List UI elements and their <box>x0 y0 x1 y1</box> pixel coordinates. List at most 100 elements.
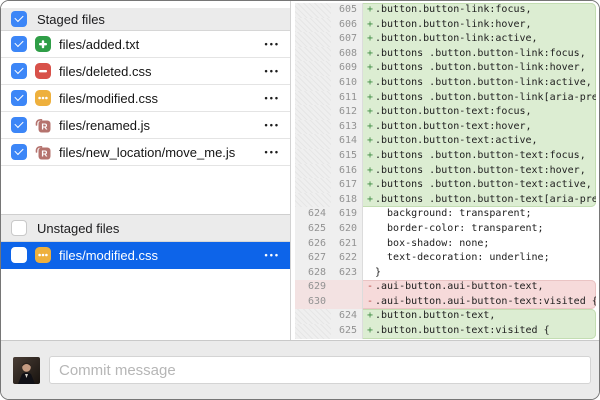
diff-prefix: + <box>363 61 375 76</box>
diff-prefix: + <box>363 47 375 62</box>
diff-text: .buttons .button.button-link:hover, <box>375 62 586 73</box>
new-line-number: 605 <box>331 3 362 18</box>
diff-line: 605 +.button.button-link:focus, <box>291 3 599 18</box>
file-checkbox[interactable] <box>11 144 27 160</box>
staged-section-header: Staged files <box>1 8 290 31</box>
old-line-number <box>295 91 331 106</box>
new-line-number: 618 <box>331 193 362 208</box>
diff-prefix: + <box>363 76 375 91</box>
diff-line: 628 623 } <box>291 266 599 281</box>
old-line-number: 628 <box>295 266 331 281</box>
old-line-number <box>295 61 331 76</box>
diff-text: .button.button-text:visited { <box>375 325 550 336</box>
file-row[interactable]: files/added.txt ••• <box>1 31 290 58</box>
diff-text: .button.button-text:active, <box>375 135 538 146</box>
new-line-number: 625 <box>331 324 362 339</box>
old-line-number <box>295 324 331 339</box>
old-line-number <box>295 3 331 18</box>
new-line-number: 614 <box>331 134 362 149</box>
diff-line: 609 +.buttons .button.button-link:hover, <box>291 61 599 76</box>
old-line-number <box>295 47 331 62</box>
file-menu-button[interactable]: ••• <box>265 66 280 76</box>
modified-icon <box>35 247 51 263</box>
git-client-window: Staged files files/added.txt ••• files/d… <box>0 0 600 400</box>
diff-line: 611 +.buttons .button.button-link[aria-p… <box>291 91 599 106</box>
diff-prefix: + <box>363 164 375 179</box>
old-line-number <box>295 18 331 33</box>
diff-view: 605 +.button.button-link:focus, 606 +.bu… <box>291 1 599 344</box>
diff-code: -.aui-button.aui-button-text, <box>363 280 596 295</box>
diff-prefix: + <box>363 18 375 33</box>
diff-prefix: + <box>363 193 375 208</box>
old-line-number: 624 <box>295 207 331 222</box>
new-line-number: 606 <box>331 18 362 33</box>
diff-prefix: + <box>363 149 375 164</box>
file-name: files/renamed.js <box>59 118 257 133</box>
diff-code: +.button.button-link:active, <box>363 32 596 47</box>
new-line-number: 611 <box>331 91 362 106</box>
new-line-number: 608 <box>331 47 362 62</box>
new-line-number: 609 <box>331 61 362 76</box>
file-row[interactable]: R files/renamed.js ••• <box>1 112 290 139</box>
diff-prefix: + <box>363 3 375 18</box>
diff-code: +.button.button-link:focus, <box>363 3 596 18</box>
diff-text: .buttons .button.button-link:focus, <box>375 48 586 59</box>
diff-line: 629 -.aui-button.aui-button-text, <box>291 280 599 295</box>
file-checkbox[interactable] <box>11 247 27 263</box>
staged-section-title: Staged files <box>37 12 105 27</box>
diff-text: .buttons .button.button-text[aria-presse… <box>375 194 596 205</box>
old-line-number <box>295 309 331 324</box>
diff-line: 624 +.button.button-text, <box>291 309 599 324</box>
file-checkbox[interactable] <box>11 90 27 106</box>
diff-code: +.button.button-text:hover, <box>363 120 596 135</box>
staged-toggle-checkbox[interactable] <box>11 11 27 27</box>
old-line-number <box>295 76 331 91</box>
diff-code: +.buttons .button.button-link:active, <box>363 76 596 91</box>
file-checkbox[interactable] <box>11 63 27 79</box>
diff-line: 624 619 background: transparent; <box>291 207 599 222</box>
file-row[interactable]: files/modified.css ••• <box>1 242 290 269</box>
file-row[interactable]: files/deleted.css ••• <box>1 58 290 85</box>
new-line-number <box>331 295 362 310</box>
file-menu-button[interactable]: ••• <box>265 250 280 260</box>
old-line-number <box>295 32 331 47</box>
new-line-number: 617 <box>331 178 362 193</box>
file-menu-button[interactable]: ••• <box>265 93 280 103</box>
diff-code: border-color: transparent; <box>363 222 599 237</box>
file-menu-button[interactable]: ••• <box>265 147 280 157</box>
file-name: files/modified.css <box>59 248 257 263</box>
file-menu-button[interactable]: ••• <box>265 39 280 49</box>
diff-prefix: - <box>363 280 375 295</box>
diff-line: 607 +.button.button-link:active, <box>291 32 599 47</box>
new-line-number: 624 <box>331 309 362 324</box>
file-menu-button[interactable]: ••• <box>265 120 280 130</box>
diff-code: +.buttons .button.button-text:focus, <box>363 149 596 164</box>
diff-line: 615 +.buttons .button.button-text:focus, <box>291 149 599 164</box>
file-checkbox[interactable] <box>11 117 27 133</box>
diff-text: .button.button-link:hover, <box>375 19 532 30</box>
file-checkbox[interactable] <box>11 36 27 52</box>
file-name: files/modified.css <box>59 91 257 106</box>
diff-text: } <box>375 267 381 278</box>
diff-line: 626 621 box-shadow: none; <box>291 237 599 252</box>
diff-code: -.aui-button.aui-button-text:visited { <box>363 295 596 310</box>
diff-code: +.button.button-link:hover, <box>363 18 596 33</box>
commit-message-input[interactable] <box>49 356 591 384</box>
new-line-number: 620 <box>331 222 362 237</box>
file-row[interactable]: R files/new_location/move_me.js ••• <box>1 139 290 166</box>
diff-prefix: + <box>363 91 375 106</box>
diff-text: box-shadow: none; <box>375 238 489 249</box>
user-avatar <box>13 357 40 384</box>
new-line-number <box>331 280 362 295</box>
old-line-number <box>295 134 331 149</box>
diff-code: +.buttons .button.button-link[aria-press… <box>363 91 596 106</box>
diff-line: 618 +.buttons .button.button-text[aria-p… <box>291 193 599 208</box>
unstaged-toggle-checkbox[interactable] <box>11 220 27 236</box>
new-line-number: 610 <box>331 76 362 91</box>
diff-code: background: transparent; <box>363 207 599 222</box>
diff-line: 617 +.buttons .button.button-text:active… <box>291 178 599 193</box>
old-line-number <box>295 149 331 164</box>
unstaged-file-list: files/modified.css ••• <box>1 242 290 269</box>
file-row[interactable]: files/modified.css ••• <box>1 85 290 112</box>
diff-line: 625 +.button.button-text:visited { <box>291 324 599 339</box>
